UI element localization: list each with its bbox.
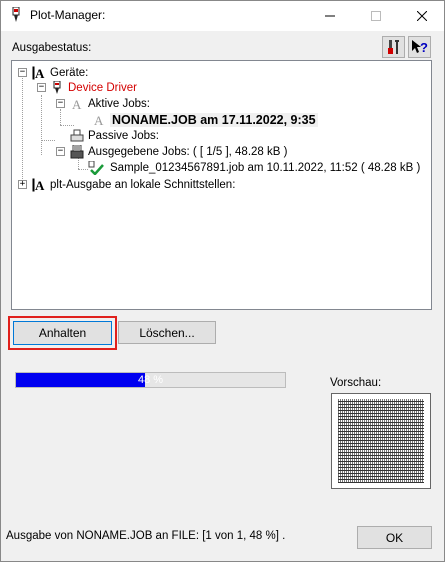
- tree-item-passive-jobs[interactable]: Passive Jobs:: [70, 128, 159, 143]
- preview-label: Vorschau:: [330, 377, 382, 389]
- tree-item-output-jobs[interactable]: Ausgegebene Jobs: ( [ 1/5 ], 48.28 kB ): [70, 144, 287, 159]
- context-help-button[interactable]: ?: [408, 36, 431, 58]
- tree-label: Passive Jobs:: [88, 129, 159, 142]
- tree-item-devices[interactable]: A Geräte:: [32, 65, 89, 81]
- svg-text:A: A: [35, 178, 45, 192]
- text-a-icon: A: [32, 66, 46, 81]
- tree-item-local-output[interactable]: A plt-Ausgabe an lokale Schnittstellen:: [32, 177, 236, 193]
- tree-label: Geräte:: [50, 66, 89, 79]
- svg-text:?: ?: [420, 40, 428, 55]
- svg-text:A: A: [94, 113, 104, 127]
- expand-toggle[interactable]: +: [18, 180, 27, 189]
- progress-bar: 48 %: [15, 372, 286, 388]
- ok-button[interactable]: OK: [357, 526, 432, 549]
- close-icon: [417, 10, 427, 21]
- preview-image: [338, 399, 424, 483]
- tree-item-active-job[interactable]: A NONAME.JOB am 17.11.2022, 9:35: [92, 112, 318, 128]
- collapse-toggle[interactable]: −: [37, 83, 46, 92]
- status-line: Ausgabe von NONAME.JOB an FILE: [1 von 1…: [6, 530, 286, 542]
- tree-label: Device Driver: [68, 81, 138, 94]
- maximize-icon: [371, 10, 381, 21]
- plotter-pen-icon: [10, 6, 22, 26]
- maximize-button[interactable]: [353, 0, 399, 31]
- text-a-icon: A: [32, 178, 46, 193]
- output-status-tree[interactable]: − A Geräte: − Device Driver − A Aktive J…: [11, 60, 432, 310]
- minimize-button[interactable]: [307, 0, 353, 31]
- tools-icon: [387, 40, 399, 54]
- pause-button[interactable]: Anhalten: [13, 321, 112, 345]
- printer-icon: [70, 129, 84, 143]
- collapse-toggle[interactable]: −: [18, 68, 27, 77]
- preview-thumbnail: [331, 393, 431, 489]
- status-label: Ausgabestatus:: [12, 42, 92, 54]
- progress-label: 48 %: [137, 374, 164, 386]
- tree-label: Sample_01234567891.job am 10.11.2022, 11…: [110, 161, 421, 174]
- plotter-pen-icon: [50, 80, 64, 95]
- tree-item-output-job[interactable]: Sample_01234567891.job am 10.11.2022, 11…: [88, 160, 421, 176]
- minimize-icon: [325, 15, 335, 16]
- close-button[interactable]: [399, 0, 445, 31]
- tree-label: plt-Ausgabe an lokale Schnittstellen:: [50, 178, 236, 191]
- tree-label: Ausgegebene Jobs: ( [ 1/5 ], 48.28 kB ): [88, 145, 288, 158]
- tree-label: Aktive Jobs:: [88, 97, 150, 110]
- tree-item-active-jobs[interactable]: A Aktive Jobs:: [70, 96, 150, 112]
- context-help-icon: ?: [411, 40, 428, 55]
- text-a-gray-icon: A: [92, 113, 106, 128]
- tools-button[interactable]: [382, 36, 405, 58]
- collapse-toggle[interactable]: −: [56, 147, 65, 156]
- collapse-toggle[interactable]: −: [56, 99, 65, 108]
- delete-button[interactable]: Löschen...: [118, 321, 216, 344]
- printer-output-icon: [70, 144, 84, 159]
- svg-text:A: A: [72, 97, 82, 111]
- window-title: Plot-Manager:: [30, 8, 106, 22]
- svg-text:A: A: [35, 66, 45, 80]
- tree-item-device-driver[interactable]: Device Driver: [50, 80, 137, 95]
- tree-label: NONAME.JOB am 17.11.2022, 9:35: [110, 112, 318, 127]
- text-a-gray-icon: A: [70, 97, 84, 112]
- job-done-check-icon: [88, 160, 106, 176]
